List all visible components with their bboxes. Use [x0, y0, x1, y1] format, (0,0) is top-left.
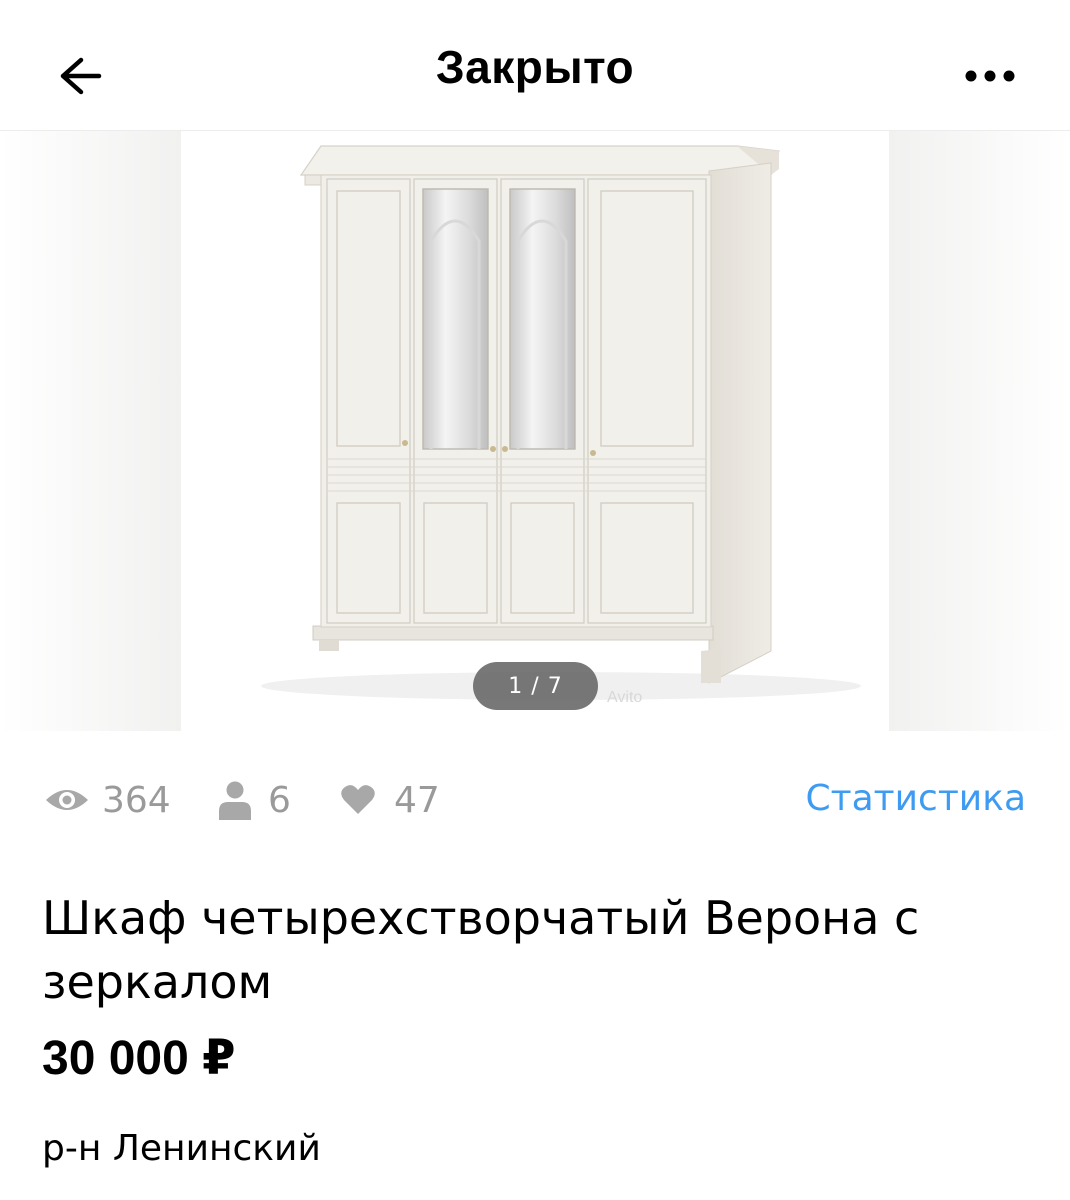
listing-location[interactable]: р-н Ленинский — [42, 1128, 321, 1169]
views-count: 364 — [102, 779, 171, 821]
views-stat: 364 — [44, 770, 171, 830]
favorites-count: 47 — [394, 779, 440, 821]
more-horizontal-icon — [965, 70, 1015, 82]
favorites-stat: 47 — [340, 770, 440, 830]
stats-row: 364 6 47 Статистика — [0, 770, 1070, 830]
arrow-left-icon — [60, 57, 102, 95]
back-button[interactable] — [40, 36, 120, 116]
wardrobe-image — [261, 145, 861, 700]
eye-icon — [46, 790, 88, 810]
wardrobe-photo[interactable] — [181, 131, 889, 731]
photo-gallery[interactable]: Avito — [0, 131, 1070, 731]
avito-watermark: Avito — [607, 689, 643, 706]
statistics-link[interactable]: Статистика — [806, 778, 1027, 819]
top-bar: Закрыто — [0, 0, 1070, 131]
more-options-button[interactable] — [950, 36, 1030, 116]
contacts-stat: 6 — [218, 770, 291, 830]
gallery-side-right — [889, 131, 1070, 731]
listing-price: 30 000 ₽ — [42, 1032, 236, 1085]
listing-title: Шкаф четырехстворчатый Верона с зеркалом — [42, 891, 920, 1009]
gallery-side-left — [0, 131, 181, 731]
page-title: Закрыто — [435, 41, 635, 93]
contacts-count: 6 — [268, 779, 291, 821]
photo-counter[interactable]: 1 / 7 — [473, 662, 598, 710]
person-icon — [219, 781, 251, 820]
heart-icon — [341, 785, 375, 814]
